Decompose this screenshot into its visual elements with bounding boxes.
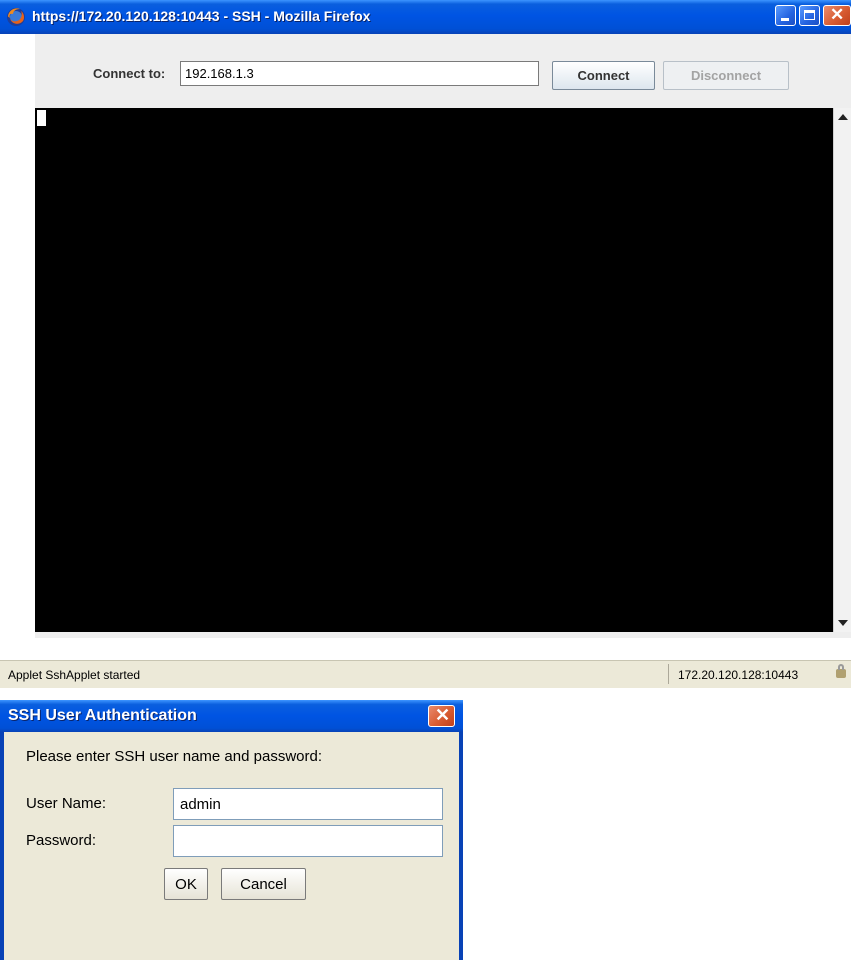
connect-label: Connect to:	[93, 66, 166, 81]
dialog-body: Please enter SSH user name and password:…	[4, 732, 459, 960]
dialog-titlebar[interactable]: SSH User Authentication ✕	[0, 700, 463, 732]
disconnect-button[interactable]: Disconnect	[663, 61, 789, 90]
terminal-cursor	[37, 110, 46, 126]
terminal-scrollbar[interactable]	[833, 108, 851, 632]
browser-content: Connect to: Connect Disconnect Applet Ss…	[0, 34, 851, 688]
minimize-button[interactable]	[775, 5, 796, 26]
maximize-button[interactable]	[799, 5, 820, 26]
user-name-label: User Name:	[26, 795, 107, 812]
status-bar: Applet SshApplet started 172.20.120.128:…	[0, 660, 851, 688]
ssh-auth-dialog: SSH User Authentication ✕ Please enter S…	[0, 700, 463, 960]
lock-icon[interactable]	[836, 664, 846, 678]
close-icon: ✕	[830, 5, 845, 24]
browser-title: https://172.20.120.128:10443 - SSH - Moz…	[32, 8, 371, 24]
dialog-title: SSH User Authentication	[8, 707, 197, 724]
status-host: 172.20.120.128:10443	[678, 668, 799, 682]
scroll-up-icon[interactable]	[838, 114, 848, 120]
password-label: Password:	[26, 832, 97, 849]
browser-window: https://172.20.120.128:10443 - SSH - Moz…	[0, 0, 851, 688]
user-name-input[interactable]	[173, 788, 443, 820]
close-icon: ✕	[435, 705, 451, 725]
cancel-button[interactable]: Cancel	[221, 868, 306, 900]
password-input[interactable]	[173, 825, 443, 857]
status-text: Applet SshApplet started	[8, 668, 141, 682]
dialog-close-button[interactable]: ✕	[428, 705, 455, 727]
status-divider	[668, 664, 669, 684]
connect-button[interactable]: Connect	[552, 61, 655, 90]
ok-button[interactable]: OK	[164, 868, 208, 900]
terminal-screen[interactable]	[35, 108, 833, 632]
connect-host-input[interactable]	[180, 61, 539, 86]
firefox-icon	[7, 8, 25, 26]
scroll-down-icon[interactable]	[838, 620, 848, 626]
close-button[interactable]: ✕	[823, 5, 851, 26]
dialog-prompt: Please enter SSH user name and password:	[26, 748, 322, 765]
browser-titlebar[interactable]: https://172.20.120.128:10443 - SSH - Moz…	[0, 0, 851, 34]
